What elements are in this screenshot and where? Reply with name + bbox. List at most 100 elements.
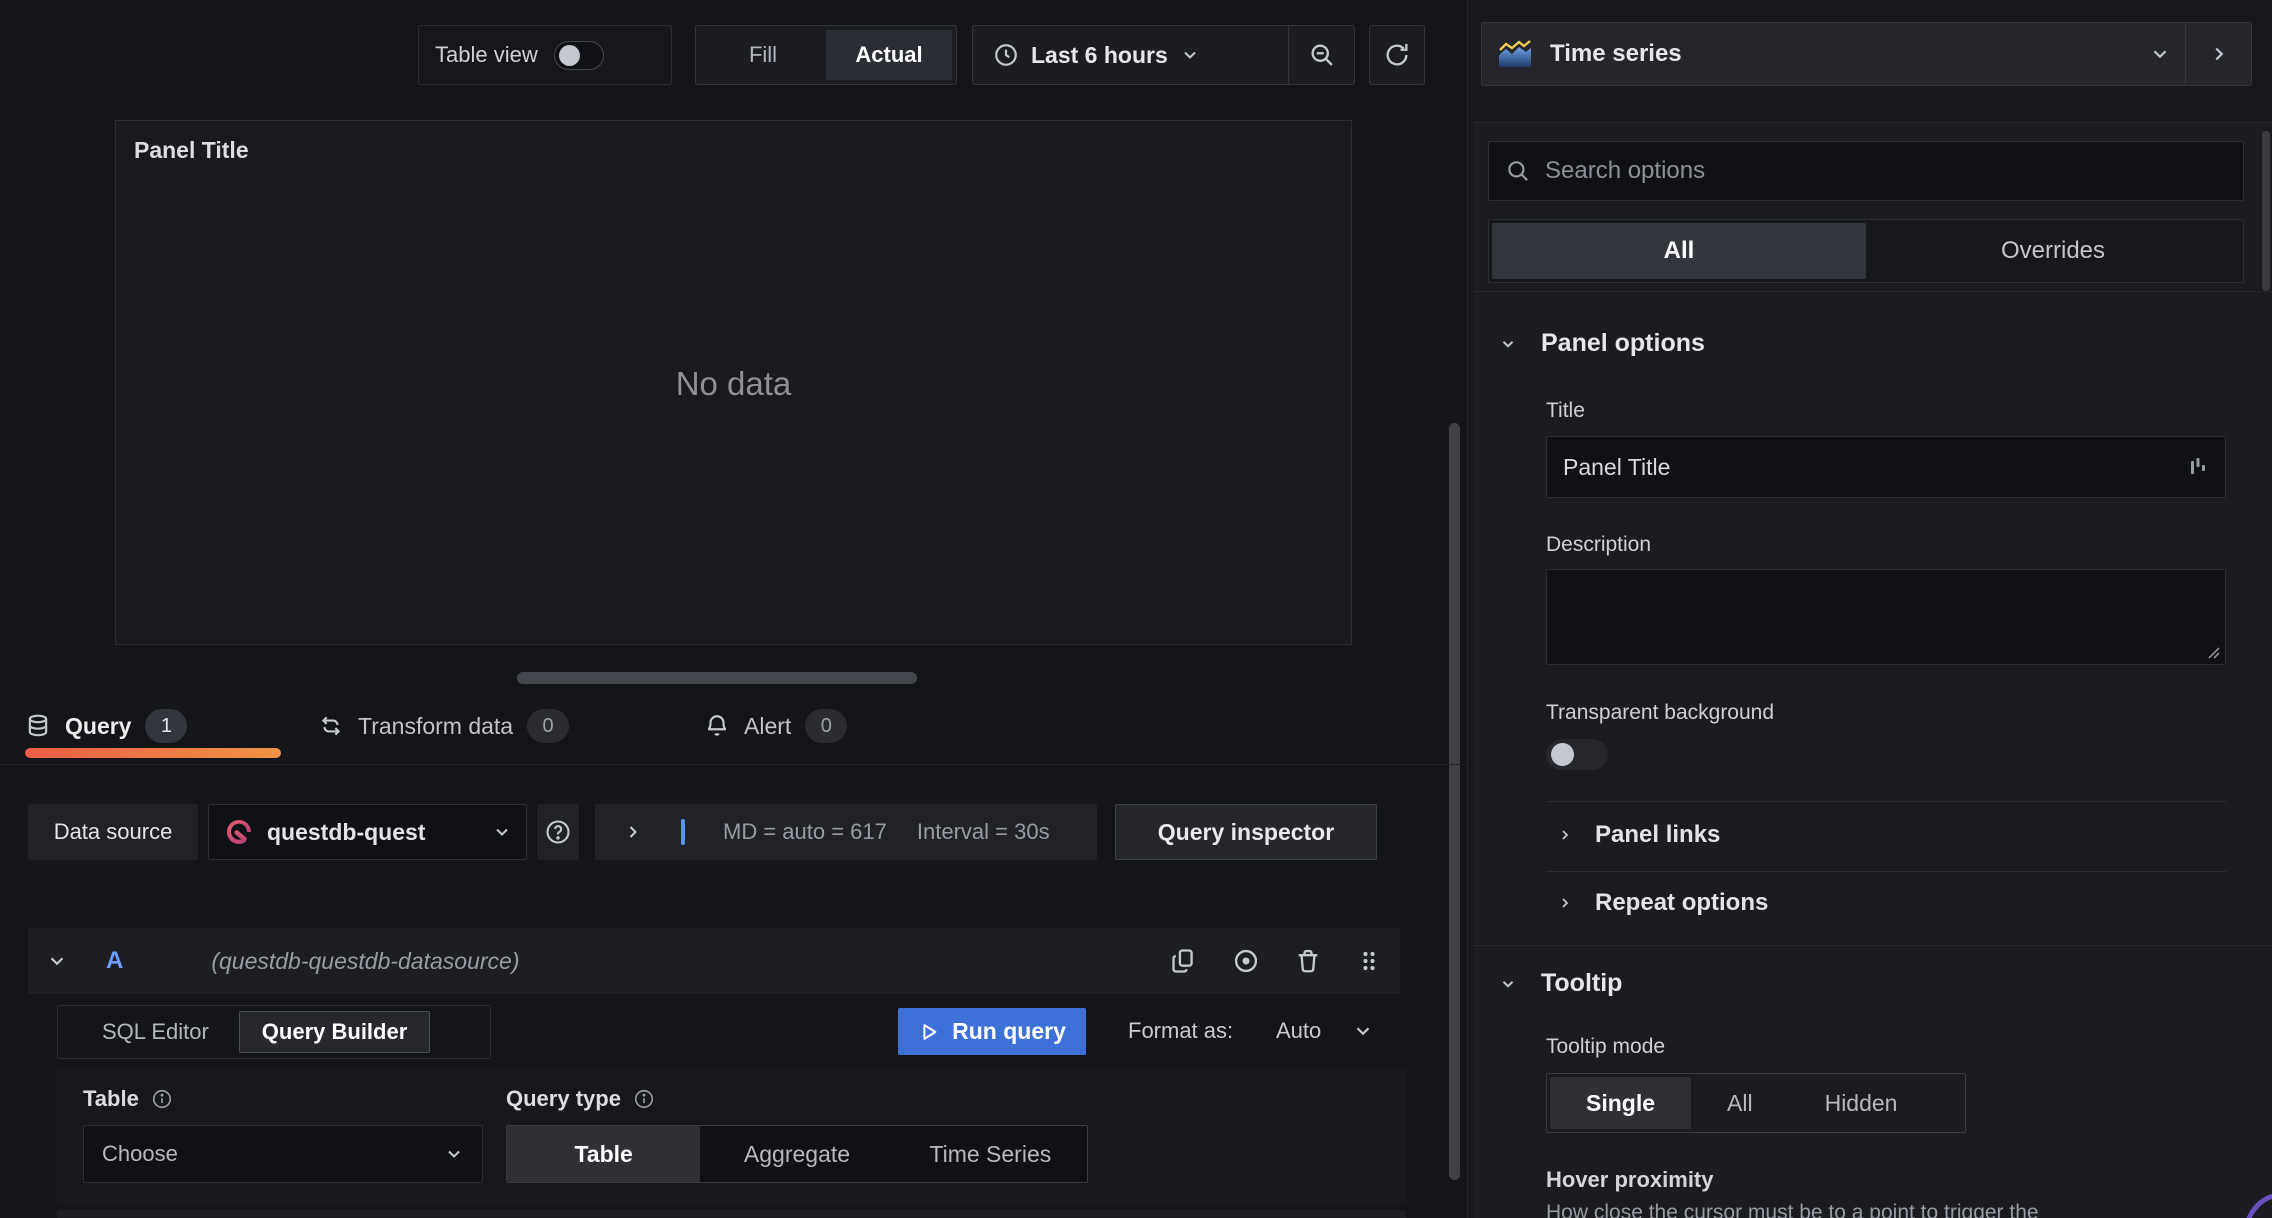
delete-query-icon[interactable] [1294,947,1322,975]
bell-icon [704,713,730,739]
panel-editor-screen: Table view Fill Actual Last 6 hours Pane [0,0,2272,1218]
datasource-name: questdb-quest [267,818,426,845]
hover-proximity-label: Hover proximity [1546,1167,1714,1192]
query-type-aggregate[interactable]: Aggregate [700,1126,893,1182]
visualization-name: Time series [1550,40,1682,67]
panel-title-input[interactable] [1563,453,2177,481]
panel-preview-title: Panel Title [134,137,249,163]
table-view-label: Table view [435,42,538,67]
chevron-down-icon [1499,975,1517,993]
filter-all-tab[interactable]: All [1492,223,1866,279]
query-datasource-hint: (questdb-questdb-datasource) [211,947,520,974]
repeat-options-section-header[interactable]: Repeat options [1557,889,1768,917]
question-circle-icon [544,818,572,846]
time-series-viz-icon [1496,38,1534,70]
options-pane-scrollbar[interactable] [2262,131,2270,291]
chevron-down-icon [492,822,512,842]
options-filter-segmented: All Overrides [1488,219,2244,283]
chevron-down-icon [1180,45,1200,65]
description-field-label: Description [1546,533,1652,556]
chevron-down-icon[interactable] [1352,1020,1374,1042]
table-view-toggle[interactable] [553,40,604,70]
query-row-header[interactable]: A (questdb-questdb-datasource) [28,928,1400,994]
search-options-input[interactable] [1545,157,2227,185]
refresh-button[interactable] [1369,25,1425,85]
query-options-bar[interactable]: MD = auto = 617 Interval = 30s [595,804,1097,860]
horizontal-scrollbar[interactable] [517,672,917,684]
chevron-right-icon [623,822,643,842]
vertical-scrollbar[interactable] [1449,423,1460,1180]
panel-title-field [1546,436,2226,498]
table-view-control: Table view [418,25,672,85]
panel-options-section-header[interactable]: Panel options [1499,329,1705,358]
visualization-picker: Time series [1481,22,2252,86]
play-icon [918,1021,940,1043]
query-builder-option[interactable]: Query Builder [238,1011,431,1053]
divider [1546,801,2226,802]
magnifier-minus-icon [1308,41,1336,69]
suggestions-bars-icon[interactable] [2187,455,2209,479]
fill-option[interactable]: Fill [700,30,826,80]
sql-editor-option[interactable]: SQL Editor [102,1019,209,1045]
options-pane: All Overrides Panel options Title Descri… [1473,122,2272,1218]
tab-transform-badge: 0 [527,709,570,743]
next-form-row-peek [57,1210,1406,1218]
chevron-right-icon [2208,43,2230,65]
datasource-picker[interactable]: questdb-quest [208,804,527,860]
divider [1546,871,2226,872]
hover-proximity-help-text: How close the cursor must be to a point … [1546,1201,2039,1218]
chevron-down-icon [46,950,68,972]
query-type-segmented: Table Aggregate Time Series [506,1125,1088,1183]
drag-handle-icon[interactable] [1356,947,1382,975]
chevron-right-icon [1557,895,1573,911]
tab-transform-data[interactable]: Transform data 0 [318,695,570,757]
tooltip-mode-single[interactable]: Single [1550,1077,1692,1129]
panel-links-label: Panel links [1595,821,1721,848]
visualization-picker-button[interactable]: Time series [1482,23,2185,85]
query-type-time-series[interactable]: Time Series [894,1126,1087,1182]
run-query-label: Run query [952,1018,1066,1044]
chevron-right-icon [1557,827,1573,843]
tooltip-section-header[interactable]: Tooltip [1499,969,1622,998]
tooltip-heading: Tooltip [1541,969,1623,997]
panel-description-textarea[interactable] [1546,569,2226,665]
datasource-help-button[interactable] [537,804,579,860]
filter-overrides-tab[interactable]: Overrides [1866,223,2240,279]
transform-icon [318,713,344,739]
interval-text: Interval = 30s [916,819,1050,844]
run-query-button[interactable]: Run query [898,1008,1086,1055]
resize-handle-icon[interactable] [2205,644,2221,660]
transparent-background-label: Transparent background [1546,701,1775,724]
info-circle-icon [633,1088,655,1110]
tab-query-badge: 1 [145,709,188,743]
collapse-options-pane-button[interactable] [2185,23,2251,85]
tooltip-mode-hidden[interactable]: Hidden [1789,1077,1934,1129]
tooltip-mode-segmented: Single All Hidden [1546,1073,1966,1133]
query-type-table[interactable]: Table [507,1126,701,1182]
table-select-value: Choose [102,1141,178,1166]
no-data-message: No data [675,365,792,402]
zoom-out-time-button[interactable] [1288,26,1354,84]
search-options-box [1488,141,2244,201]
time-range-label: Last 6 hours [1031,41,1168,68]
chevron-down-icon [1499,335,1517,353]
time-range-button[interactable]: Last 6 hours [973,26,1288,84]
table-select[interactable]: Choose [83,1125,483,1183]
tab-alert-label: Alert [744,712,792,739]
max-data-points-text: MD = auto = 617 [723,819,887,844]
actual-option[interactable]: Actual [826,30,952,80]
tab-alert[interactable]: Alert 0 [704,695,848,757]
format-as-value[interactable]: Auto [1276,1018,1321,1044]
transparent-background-toggle[interactable] [1546,739,1608,770]
questdb-logo-icon [223,816,255,848]
tooltip-mode-all[interactable]: All [1691,1077,1789,1129]
divider [1473,945,2272,946]
active-tab-underline [25,748,281,758]
divider [1473,291,2272,292]
panel-links-section-header[interactable]: Panel links [1557,821,1720,849]
hide-query-icon[interactable] [1232,947,1260,975]
duplicate-query-icon[interactable] [1170,947,1198,975]
clock-icon [993,42,1019,68]
toggle-knob [558,44,580,66]
query-inspector-button[interactable]: Query inspector [1115,804,1377,860]
